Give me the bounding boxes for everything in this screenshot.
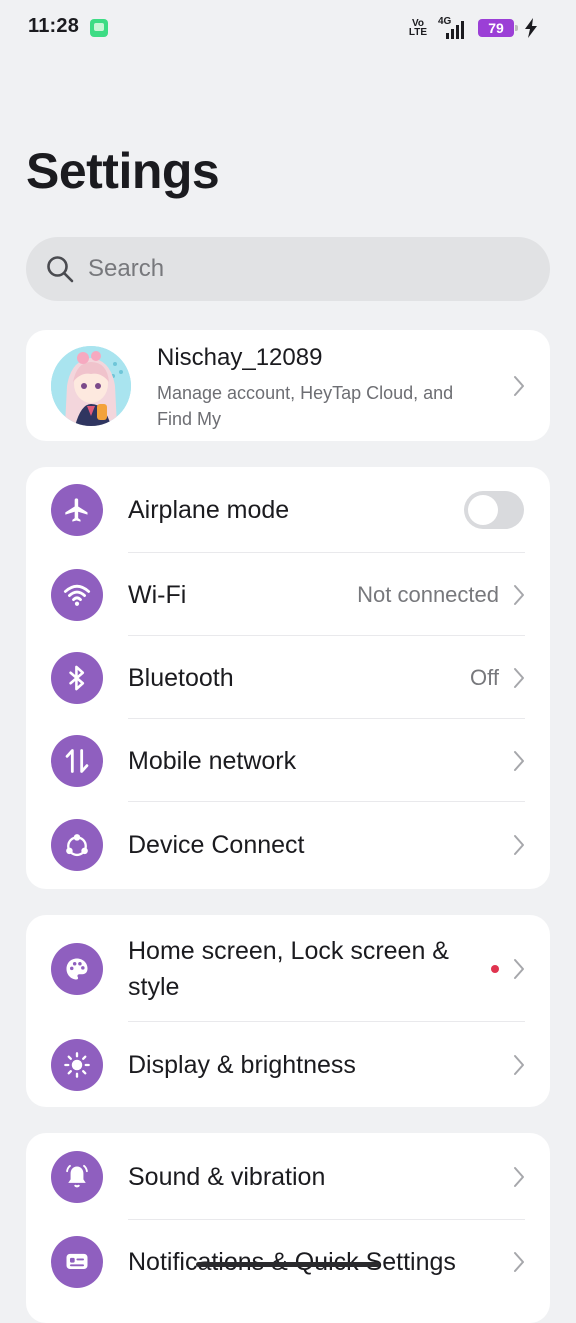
settings-item-wifi[interactable]: Wi-Fi Not connected (26, 553, 550, 636)
battery-icon: 79 (478, 19, 518, 37)
chevron-right-icon (514, 584, 524, 605)
sound-group: Sound & vibration Notifications & Quick … (26, 1133, 550, 1323)
account-card[interactable]: Nischay_12089 Manage account, HeyTap Clo… (26, 330, 550, 441)
chevron-right-icon (514, 958, 524, 979)
chevron-right-icon (514, 1054, 524, 1075)
settings-item-bluetooth[interactable]: Bluetooth Off (26, 636, 550, 719)
chevron-right-icon (514, 750, 524, 771)
settings-item-device-connect[interactable]: Device Connect (26, 802, 550, 888)
home-screen-style-label: Home screen, Lock screen & style (128, 936, 449, 1001)
chevron-right-icon (514, 376, 524, 396)
chevron-right-icon (514, 667, 524, 688)
device-connect-icon (51, 819, 103, 871)
charging-bolt-icon (525, 18, 537, 38)
settings-item-home-screen-style[interactable]: Home screen, Lock screen & style (26, 915, 550, 1022)
bluetooth-icon (51, 651, 103, 704)
bell-icon (51, 1150, 103, 1203)
connectivity-group: Airplane mode Wi-Fi Not connected Blueto… (26, 467, 550, 889)
signal-4g-icon: 4G (438, 17, 468, 39)
status-indicators: Vo LTE 4G 79 (408, 16, 538, 40)
mobile-network-label: Mobile network (128, 746, 297, 775)
account-description: Manage account, HeyTap Cloud, and Find M… (157, 383, 454, 429)
message-notification-icon (90, 19, 108, 37)
brightness-icon (51, 1038, 103, 1091)
palette-icon (51, 942, 103, 995)
account-name: Nischay_12089 (157, 344, 323, 371)
airplane-mode-label: Airplane mode (128, 496, 290, 524)
settings-item-mobile-network[interactable]: Mobile network (26, 719, 550, 802)
airplane-icon (51, 484, 103, 536)
wifi-icon (51, 568, 103, 621)
settings-item-airplane-mode[interactable]: Airplane mode (26, 467, 550, 553)
wifi-status: Not connected (357, 581, 499, 607)
display-brightness-label: Display & brightness (128, 1050, 356, 1079)
bluetooth-label: Bluetooth (128, 663, 234, 692)
new-badge-dot (491, 964, 499, 973)
status-time: 11:28 (28, 15, 80, 37)
mobile-network-icon (51, 734, 103, 787)
gesture-navigation-handle[interactable] (196, 1262, 380, 1267)
airplane-mode-toggle[interactable] (464, 491, 524, 529)
settings-item-sound-vibration[interactable]: Sound & vibration (26, 1133, 550, 1220)
search-input[interactable] (88, 237, 528, 301)
chevron-right-icon (514, 1251, 524, 1272)
sound-vibration-label: Sound & vibration (128, 1162, 326, 1191)
volte-icon: Vo LTE (408, 18, 428, 38)
wifi-label: Wi-Fi (128, 580, 187, 609)
bluetooth-status: Off (470, 664, 499, 690)
search-bar[interactable] (26, 237, 550, 301)
page-title: Settings (26, 143, 220, 199)
chevron-right-icon (514, 835, 524, 855)
status-bar: 11:28 Vo LTE 4G 79 (0, 0, 576, 56)
device-connect-label: Device Connect (128, 831, 305, 859)
avatar (51, 346, 131, 426)
chevron-right-icon (514, 1166, 524, 1187)
search-icon (47, 256, 74, 283)
settings-item-display-brightness[interactable]: Display & brightness (26, 1022, 550, 1107)
personalization-group: Home screen, Lock screen & style Display… (26, 915, 550, 1107)
